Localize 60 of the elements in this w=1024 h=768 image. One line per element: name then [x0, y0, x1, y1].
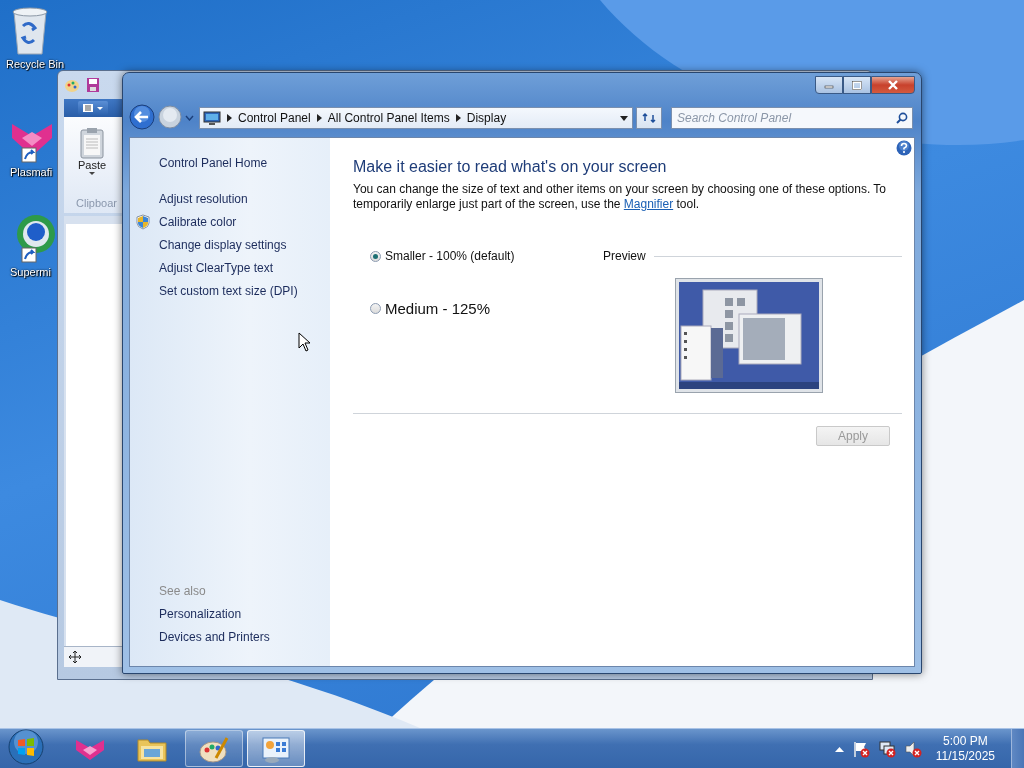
- chevron-icon[interactable]: [227, 114, 232, 122]
- icon-label: Supermi: [10, 266, 51, 278]
- breadcrumb-item[interactable]: Control Panel: [238, 111, 311, 125]
- taskbar-button[interactable]: [247, 730, 305, 767]
- breadcrumb-item[interactable]: Display: [466, 111, 507, 125]
- icon-label: Recycle Bin: [6, 58, 65, 70]
- palette-icon[interactable]: [64, 77, 80, 93]
- minimize-button[interactable]: [815, 76, 843, 94]
- shield-icon: [136, 213, 150, 230]
- move-icon: [68, 650, 82, 664]
- save-icon[interactable]: [86, 77, 100, 93]
- clock-time[interactable]: 5:00 PM: [943, 733, 988, 749]
- sidebar-link[interactable]: Devices and Printers: [159, 629, 270, 644]
- refresh-button[interactable]: [636, 107, 662, 129]
- magnifier-link[interactable]: Magnifier: [623, 197, 674, 211]
- taskbar-button[interactable]: [185, 730, 243, 767]
- clipboard-icon: [79, 127, 105, 159]
- refresh-icon: [642, 112, 656, 124]
- sidebar-link[interactable]: Set custom text size (DPI): [159, 283, 298, 298]
- sidebar-link[interactable]: Change display settings: [159, 237, 287, 252]
- chevron-icon[interactable]: [316, 114, 322, 122]
- sidebar-link[interactable]: Adjust ClearType text: [159, 260, 274, 275]
- monitor-icon: [203, 110, 221, 126]
- sidebar-link[interactable]: Control Panel Home: [159, 155, 268, 170]
- page-heading: Make it easier to read what's on your screen: [353, 158, 668, 176]
- group-label: Clipboar: [76, 197, 117, 209]
- close-icon: [887, 80, 899, 90]
- chevron-icon[interactable]: [455, 114, 461, 122]
- menu-button[interactable]: [78, 101, 108, 115]
- address-bar[interactable]: Control Panel All Control Panel Items Display: [199, 107, 633, 129]
- show-hidden-icons-icon[interactable]: [834, 745, 844, 752]
- description-text: You can change the size of text and other items on your screen by choosing one of these options. To temporarily enlarge just part of the screen, use the Magnifier tool.: [353, 182, 887, 212]
- start-orb-icon: [7, 728, 45, 766]
- breadcrumb-item[interactable]: All Control Panel Items: [327, 111, 450, 125]
- sidebar-link[interactable]: Calibrate color: [159, 214, 237, 229]
- help-icon[interactable]: [896, 140, 912, 156]
- maximize-icon: [852, 80, 862, 90]
- back-button[interactable]: [129, 103, 155, 133]
- maximize-button[interactable]: [843, 76, 871, 94]
- radio-option[interactable]: Medium - 125%: [370, 296, 603, 320]
- flag-error-icon[interactable]: [851, 739, 870, 758]
- start-button[interactable]: [7, 728, 45, 768]
- radio-option[interactable]: Smaller - 100% (default): [370, 246, 603, 266]
- network-error-icon[interactable]: [877, 739, 896, 758]
- paste-button[interactable]: Paste: [72, 127, 112, 177]
- menu-icon: [82, 103, 104, 113]
- mouse-pointer-icon: [298, 332, 312, 352]
- speaker-muted-icon[interactable]: [903, 739, 922, 758]
- search-icon[interactable]: [896, 112, 908, 124]
- dropdown-arrow-icon[interactable]: [620, 115, 628, 121]
- clock-date[interactable]: 11/15/2025: [935, 748, 995, 764]
- close-button[interactable]: [871, 76, 915, 94]
- circle-icon: [158, 104, 182, 129]
- search-field[interactable]: Search Control Panel: [671, 107, 913, 129]
- caret-icon: [88, 171, 96, 177]
- sidebar-link[interactable]: Personalization: [159, 606, 242, 621]
- group-label: Preview: [603, 249, 646, 263]
- icon-label: Plasmafi: [10, 166, 53, 178]
- sidebar-link[interactable]: Adjust resolution: [159, 191, 248, 206]
- section-heading: See also: [158, 582, 207, 600]
